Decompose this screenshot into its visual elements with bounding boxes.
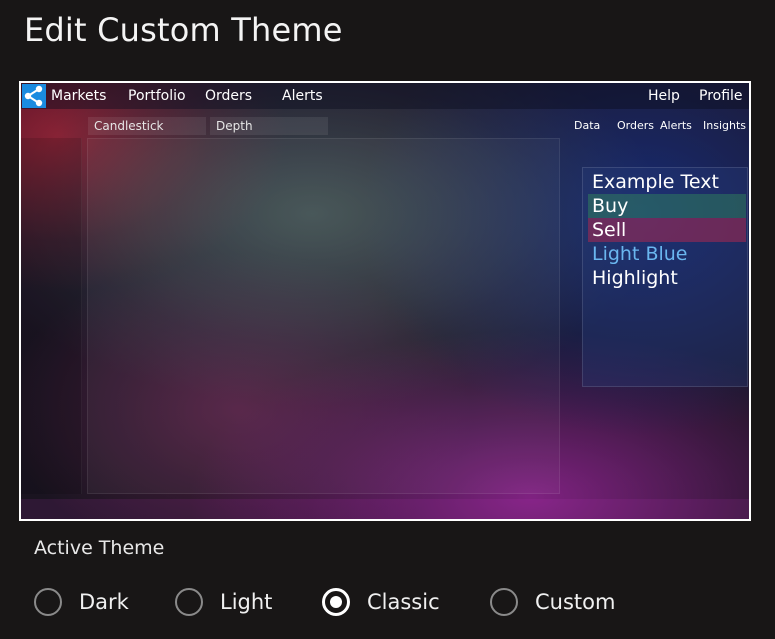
preview-subnav-insights[interactable]: Insights — [703, 119, 746, 133]
theme-option-label: Light — [220, 590, 273, 614]
legend-highlight: Highlight — [592, 267, 678, 289]
preview-left-sidebar — [21, 138, 82, 494]
theme-radio-group: Dark Light Classic Custom — [0, 580, 775, 624]
theme-option-light[interactable]: Light — [175, 580, 272, 624]
theme-option-classic[interactable]: Classic — [322, 580, 440, 624]
theme-option-label: Custom — [535, 590, 616, 614]
preview-nav-help[interactable]: Help — [648, 87, 680, 105]
preview-nav-portfolio[interactable]: Portfolio — [128, 87, 186, 105]
preview-nav-profile[interactable]: Profile — [699, 87, 743, 105]
legend-light-blue: Light Blue — [592, 243, 688, 265]
preview-bottom-bar — [21, 499, 749, 519]
preview-nav-alerts[interactable]: Alerts — [282, 87, 323, 105]
legend-buy: Buy — [588, 194, 746, 218]
theme-preview: Markets Portfolio Orders Alerts Help Pro… — [19, 81, 751, 521]
page-title: Edit Custom Theme — [24, 11, 343, 49]
radio-classic[interactable] — [322, 588, 350, 616]
preview-nav-orders[interactable]: Orders — [205, 87, 252, 105]
preview-nav-markets[interactable]: Markets — [51, 87, 106, 105]
theme-option-label: Classic — [367, 590, 440, 614]
preview-chart-panel — [87, 138, 560, 494]
theme-option-label: Dark — [79, 590, 129, 614]
theme-option-custom[interactable]: Custom — [490, 580, 615, 624]
preview-subnav-orders[interactable]: Orders — [617, 119, 654, 133]
preview-navbar: Markets Portfolio Orders Alerts Help Pro… — [21, 83, 749, 109]
radio-dark[interactable] — [34, 588, 62, 616]
preview-subnav-alerts[interactable]: Alerts — [660, 119, 692, 133]
network-share-icon[interactable] — [22, 84, 46, 108]
preview-tab-candlestick[interactable]: Candlestick — [88, 117, 206, 135]
legend-example-text: Example Text — [592, 171, 719, 193]
radio-custom[interactable] — [490, 588, 518, 616]
preview-tab-depth[interactable]: Depth — [210, 117, 328, 135]
radio-light[interactable] — [175, 588, 203, 616]
theme-option-dark[interactable]: Dark — [34, 580, 129, 624]
active-theme-label: Active Theme — [34, 537, 165, 559]
preview-subnav-data[interactable]: Data — [574, 119, 600, 133]
legend-sell: Sell — [588, 218, 746, 242]
